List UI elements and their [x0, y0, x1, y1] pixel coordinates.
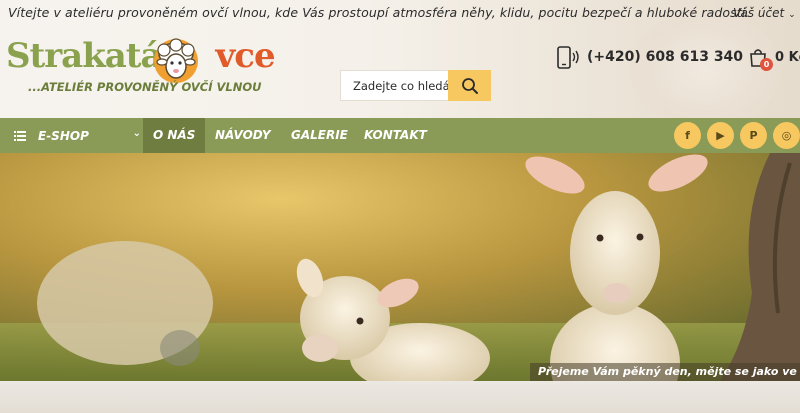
content-area-top: [0, 381, 800, 413]
sheep-logo-icon: [154, 38, 198, 83]
nav-item-navody[interactable]: NÁVODY: [215, 118, 271, 153]
cart-count-badge: 0: [760, 58, 773, 71]
instagram-icon[interactable]: ◎: [773, 122, 800, 149]
search-icon: [461, 77, 478, 94]
search-input[interactable]: Zadejte co hledáte: [340, 70, 448, 101]
welcome-text: Vítejte v ateliéru provoněném ovčí vlnou…: [8, 5, 750, 20]
main-navigation: E-SHOP ⌄ O NÁS NÁVODY GALERIE KONTAKT f …: [0, 118, 800, 153]
nav-eshop-label[interactable]: E-SHOP: [38, 129, 89, 143]
nav-item-galerie[interactable]: GALERIE: [291, 118, 348, 153]
nav-item-kontakt[interactable]: KONTAKT: [364, 118, 427, 153]
search-button[interactable]: [448, 70, 491, 101]
youtube-icon[interactable]: ▶: [707, 122, 734, 149]
phone-icon: [557, 46, 579, 69]
hero-banner-text: Přejeme Vám pěkný den, mějte se jako ve …: [530, 363, 800, 381]
chevron-down-icon: ⌄: [132, 128, 141, 139]
logo-title-part2: vce: [215, 36, 276, 76]
account-label[interactable]: Váš účet: [733, 6, 784, 20]
logo-title: Strakatá vce: [6, 36, 276, 76]
logo-title-part1: Strakatá: [6, 36, 163, 76]
cart-total[interactable]: 0 Kč: [775, 50, 800, 65]
hero-banner: Přejeme Vám pěkný den, mějte se jako ve …: [0, 153, 800, 381]
nav-eshop-dropdown[interactable]: E-SHOP ⌄: [0, 118, 143, 153]
logo-subtitle: ...ATELIÉR PROVONĚNÝ OVČÍ VLNOU: [28, 80, 262, 94]
phone-number[interactable]: (+420) 608 613 340: [587, 49, 743, 65]
chevron-down-icon: ⌄: [788, 10, 796, 20]
pinterest-icon[interactable]: P: [740, 122, 767, 149]
menu-list-icon: [14, 130, 26, 141]
account-menu[interactable]: Váš účet ⌄: [733, 6, 796, 20]
facebook-icon[interactable]: f: [674, 122, 701, 149]
hero-lambs-image: [0, 153, 800, 381]
site-header: Vítejte v ateliéru provoněném ovčí vlnou…: [0, 0, 800, 118]
site-logo[interactable]: Strakatá vce ...ATELIÉR PROVONĚNÝ OVČÍ VL…: [6, 34, 276, 98]
nav-item-o-nas[interactable]: O NÁS: [143, 118, 206, 153]
